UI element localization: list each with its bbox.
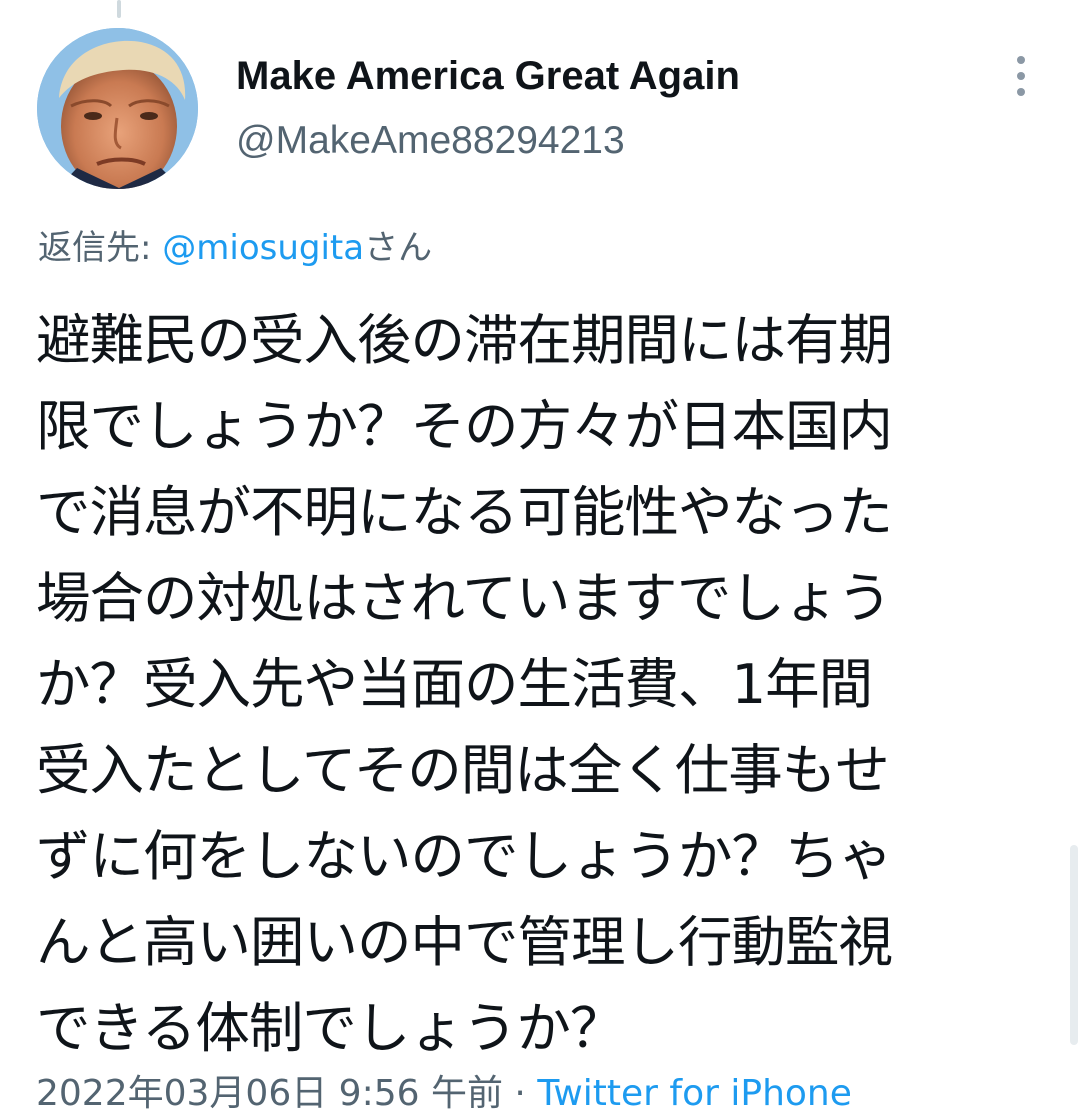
meta-separator: ·	[502, 1073, 538, 1114]
reply-context: 返信先: @miosugitaさん	[38, 226, 432, 270]
profile-photo	[37, 28, 198, 189]
tweet-text-line: 場合の対処はされていますでしょう	[36, 566, 892, 630]
tweet-text-line: 避難民の受入後の滞在期間には有期	[36, 308, 893, 372]
tweet-source-link[interactable]: Twitter for iPhone	[537, 1073, 852, 1114]
tweet-text-line: 受入たとしてその間は全く仕事もせ	[36, 738, 890, 802]
more-vertical-icon	[1017, 56, 1025, 64]
tweet-text: 避難民の受入後の滞在期間には有期 限でしょうか？その方々が日本国内 で消息が不明…	[36, 297, 1066, 1071]
tweet-text-line: か？受入先や当面の生活費、1年間	[36, 652, 873, 716]
more-options-button[interactable]	[1004, 54, 1038, 98]
more-vertical-icon	[1017, 72, 1025, 80]
display-name[interactable]: Make America Great Again	[236, 52, 740, 100]
tweet-meta: 2022年03月06日 9:56 午前 · Twitter for iPhone	[36, 1070, 852, 1118]
tweet-text-line: 限でしょうか？その方々が日本国内	[36, 394, 893, 458]
tweet-text-line: んと高い囲いの中で管理し行動監視	[36, 910, 893, 974]
tweet-text-line: ずに何をしないのでしょうか？ちゃ	[36, 824, 893, 888]
tweet-text-line: できる体制でしょうか？	[36, 996, 624, 1060]
thread-connector-line	[117, 0, 121, 18]
avatar[interactable]	[37, 28, 198, 189]
reply-prefix: 返信先:	[38, 228, 163, 268]
more-vertical-icon	[1017, 88, 1025, 96]
tweet-timestamp[interactable]: 2022年03月06日 9:56 午前	[36, 1073, 503, 1114]
scrollbar[interactable]	[1070, 845, 1078, 1045]
user-handle[interactable]: @MakeAme88294213	[236, 118, 625, 164]
reply-suffix: さん	[364, 228, 433, 268]
reply-mention-link[interactable]: @miosugita	[162, 228, 364, 268]
tweet-text-line: で消息が不明になる可能性やなった	[36, 480, 893, 544]
